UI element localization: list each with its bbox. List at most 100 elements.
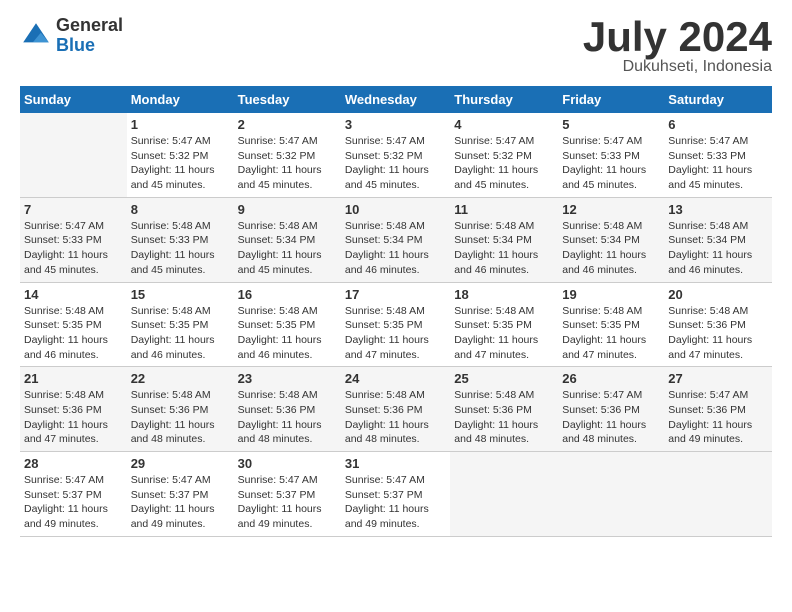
day-info: Sunrise: 5:48 AM Sunset: 5:35 PM Dayligh…: [345, 304, 446, 363]
title-section: July 2024 Dukuhseti, Indonesia: [583, 16, 772, 76]
logo-text: General Blue: [56, 16, 123, 56]
table-row: 8Sunrise: 5:48 AM Sunset: 5:33 PM Daylig…: [127, 197, 234, 282]
day-number: 14: [24, 287, 123, 302]
day-number: 11: [454, 202, 554, 217]
table-row: 26 Sunrise: 5:47 AM Sunset: 5:36 PM Dayli…: [558, 367, 664, 452]
table-row: 4 Sunrise: 5:47 AM Sunset: 5:32 PM Daylig…: [450, 113, 558, 197]
table-row: 6 Sunrise: 5:47 AM Sunset: 5:33 PM Daylig…: [664, 113, 772, 197]
logo-blue-text: Blue: [56, 36, 123, 56]
day-info: Sunrise: 5:48 AM Sunset: 5:34 PM Dayligh…: [345, 219, 446, 278]
col-sunday: Sunday: [20, 86, 127, 113]
table-row: 19 Sunrise: 5:48 AM Sunset: 5:35 PM Dayli…: [558, 282, 664, 367]
day-number: 9: [238, 202, 337, 217]
table-row: 28 Sunrise: 5:47 AM Sunset: 5:37 PM Dayli…: [20, 452, 127, 537]
col-tuesday: Tuesday: [234, 86, 341, 113]
day-number: 4: [454, 117, 554, 132]
table-row: 30 Sunrise: 5:47 AM Sunset: 5:37 PM Dayli…: [234, 452, 341, 537]
table-row: 5 Sunrise: 5:47 AM Sunset: 5:33 PM Daylig…: [558, 113, 664, 197]
table-row: [664, 452, 772, 537]
day-info: Sunrise: 5:47 AM Sunset: 5:32 PM Dayligh…: [454, 134, 554, 193]
table-row: 22Sunrise: 5:48 AM Sunset: 5:36 PM Dayli…: [127, 367, 234, 452]
calendar-table: Sunday Monday Tuesday Wednesday Thursday…: [20, 86, 772, 537]
day-info: Sunrise: 5:47 AM Sunset: 5:37 PM Dayligh…: [345, 473, 446, 532]
table-row: [450, 452, 558, 537]
table-row: 21Sunrise: 5:48 AM Sunset: 5:36 PM Dayli…: [20, 367, 127, 452]
day-info: Sunrise: 5:48 AM Sunset: 5:35 PM Dayligh…: [238, 304, 337, 363]
logo-icon: [20, 20, 52, 52]
col-monday: Monday: [127, 86, 234, 113]
table-row: 18 Sunrise: 5:48 AM Sunset: 5:35 PM Dayli…: [450, 282, 558, 367]
col-wednesday: Wednesday: [341, 86, 450, 113]
day-number: 2: [238, 117, 337, 132]
calendar-week-row: 28 Sunrise: 5:47 AM Sunset: 5:37 PM Dayli…: [20, 452, 772, 537]
day-info: Sunrise: 5:48 AM Sunset: 5:34 PM Dayligh…: [668, 219, 768, 278]
table-row: 1Sunrise: 5:47 AM Sunset: 5:32 PM Daylig…: [127, 113, 234, 197]
day-info: Sunrise: 5:48 AM Sunset: 5:34 PM Dayligh…: [454, 219, 554, 278]
table-row: 14 Sunrise: 5:48 AM Sunset: 5:35 PM Dayli…: [20, 282, 127, 367]
table-row: 16 Sunrise: 5:48 AM Sunset: 5:35 PM Dayli…: [234, 282, 341, 367]
day-info: Sunrise: 5:47 AM Sunset: 5:33 PM Dayligh…: [562, 134, 660, 193]
day-number: 30: [238, 456, 337, 471]
day-info: Sunrise: 5:47 AM Sunset: 5:36 PM Dayligh…: [668, 388, 768, 447]
day-info: Sunrise: 5:48 AM Sunset: 5:34 PM Dayligh…: [238, 219, 337, 278]
day-number: 3: [345, 117, 446, 132]
day-info: Sunrise: 5:48 AM Sunset: 5:36 PM Dayligh…: [131, 388, 230, 447]
calendar-week-row: 21Sunrise: 5:48 AM Sunset: 5:36 PM Dayli…: [20, 367, 772, 452]
calendar-week-row: 7 Sunrise: 5:47 AM Sunset: 5:33 PM Daylig…: [20, 197, 772, 282]
day-info: Sunrise: 5:47 AM Sunset: 5:36 PM Dayligh…: [562, 388, 660, 447]
col-thursday: Thursday: [450, 86, 558, 113]
table-row: 17Sunrise: 5:48 AM Sunset: 5:35 PM Dayli…: [341, 282, 450, 367]
day-number: 13: [668, 202, 768, 217]
table-row: 24Sunrise: 5:48 AM Sunset: 5:36 PM Dayli…: [341, 367, 450, 452]
day-info: Sunrise: 5:47 AM Sunset: 5:37 PM Dayligh…: [238, 473, 337, 532]
day-number: 8: [131, 202, 230, 217]
table-row: 10 Sunrise: 5:48 AM Sunset: 5:34 PM Dayli…: [341, 197, 450, 282]
day-number: 18: [454, 287, 554, 302]
day-number: 6: [668, 117, 768, 132]
day-number: 23: [238, 371, 337, 386]
day-info: Sunrise: 5:48 AM Sunset: 5:36 PM Dayligh…: [454, 388, 554, 447]
table-row: [20, 113, 127, 197]
day-number: 16: [238, 287, 337, 302]
col-friday: Friday: [558, 86, 664, 113]
table-row: 9 Sunrise: 5:48 AM Sunset: 5:34 PM Daylig…: [234, 197, 341, 282]
table-row: 15Sunrise: 5:48 AM Sunset: 5:35 PM Dayli…: [127, 282, 234, 367]
day-info: Sunrise: 5:48 AM Sunset: 5:36 PM Dayligh…: [24, 388, 123, 447]
day-number: 10: [345, 202, 446, 217]
calendar-header-row: Sunday Monday Tuesday Wednesday Thursday…: [20, 86, 772, 113]
day-info: Sunrise: 5:48 AM Sunset: 5:35 PM Dayligh…: [454, 304, 554, 363]
day-info: Sunrise: 5:47 AM Sunset: 5:33 PM Dayligh…: [668, 134, 768, 193]
day-number: 31: [345, 456, 446, 471]
table-row: 11 Sunrise: 5:48 AM Sunset: 5:34 PM Dayli…: [450, 197, 558, 282]
col-saturday: Saturday: [664, 86, 772, 113]
day-number: 27: [668, 371, 768, 386]
day-number: 28: [24, 456, 123, 471]
table-row: [558, 452, 664, 537]
day-number: 20: [668, 287, 768, 302]
table-row: 20 Sunrise: 5:48 AM Sunset: 5:36 PM Dayli…: [664, 282, 772, 367]
day-number: 5: [562, 117, 660, 132]
day-number: 12: [562, 202, 660, 217]
day-number: 29: [131, 456, 230, 471]
day-number: 7: [24, 202, 123, 217]
day-number: 26: [562, 371, 660, 386]
table-row: 23 Sunrise: 5:48 AM Sunset: 5:36 PM Dayli…: [234, 367, 341, 452]
day-number: 24: [345, 371, 446, 386]
table-row: 2Sunrise: 5:47 AM Sunset: 5:32 PM Daylig…: [234, 113, 341, 197]
day-info: Sunrise: 5:47 AM Sunset: 5:33 PM Dayligh…: [24, 219, 123, 278]
table-row: 7 Sunrise: 5:47 AM Sunset: 5:33 PM Daylig…: [20, 197, 127, 282]
day-info: Sunrise: 5:48 AM Sunset: 5:36 PM Dayligh…: [668, 304, 768, 363]
logo-general-text: General: [56, 16, 123, 36]
day-info: Sunrise: 5:47 AM Sunset: 5:37 PM Dayligh…: [24, 473, 123, 532]
day-number: 1: [131, 117, 230, 132]
day-info: Sunrise: 5:48 AM Sunset: 5:36 PM Dayligh…: [238, 388, 337, 447]
month-title: July 2024: [583, 16, 772, 58]
day-info: Sunrise: 5:48 AM Sunset: 5:35 PM Dayligh…: [24, 304, 123, 363]
table-row: 25Sunrise: 5:48 AM Sunset: 5:36 PM Dayli…: [450, 367, 558, 452]
table-row: 27 Sunrise: 5:47 AM Sunset: 5:36 PM Dayli…: [664, 367, 772, 452]
day-info: Sunrise: 5:47 AM Sunset: 5:37 PM Dayligh…: [131, 473, 230, 532]
table-row: 29 Sunrise: 5:47 AM Sunset: 5:37 PM Dayli…: [127, 452, 234, 537]
day-info: Sunrise: 5:48 AM Sunset: 5:35 PM Dayligh…: [562, 304, 660, 363]
day-number: 19: [562, 287, 660, 302]
day-number: 15: [131, 287, 230, 302]
